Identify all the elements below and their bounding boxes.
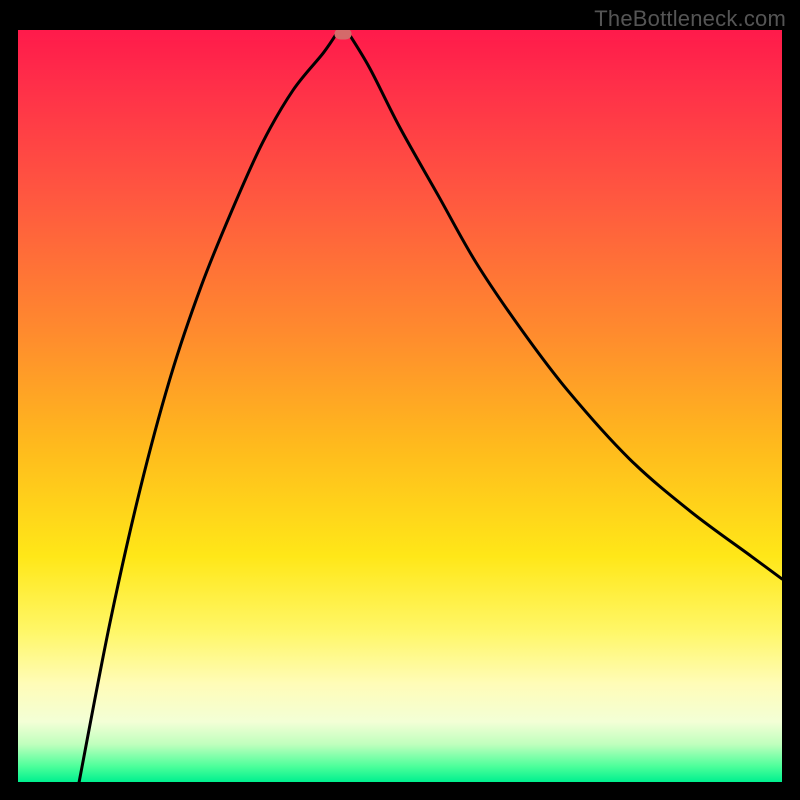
chart-frame: TheBottleneck.com bbox=[0, 0, 800, 800]
watermark-text: TheBottleneck.com bbox=[594, 6, 786, 32]
curve-left-branch bbox=[79, 30, 339, 782]
plot-area bbox=[18, 30, 782, 782]
curve-right-branch bbox=[347, 30, 782, 579]
vertex-marker bbox=[334, 30, 351, 39]
bottleneck-curve bbox=[18, 30, 782, 782]
